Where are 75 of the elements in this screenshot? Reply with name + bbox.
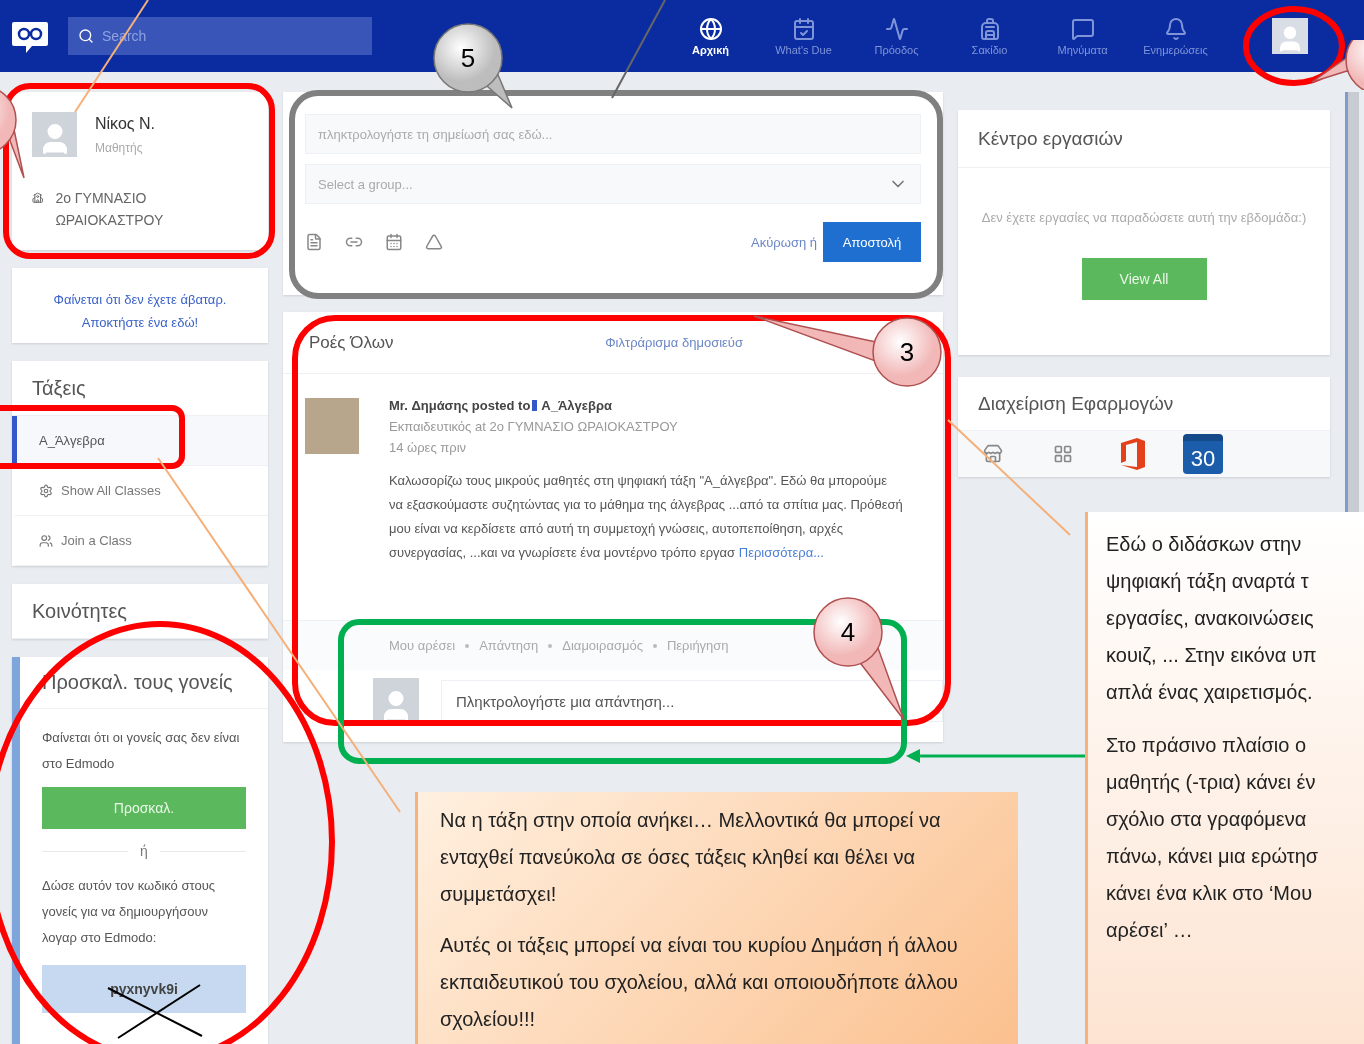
cancel-link[interactable]: Ακύρωση ή <box>751 234 817 250</box>
note-text: κάνει ένα κλικ στο ‘Μου <box>1106 881 1314 906</box>
post-action-link[interactable]: Μου αρέσει <box>389 638 456 653</box>
note-text: κουιζ, ... Στην εικόνα υπ <box>1106 643 1318 668</box>
post-meta: Εκπαιδευτικός at 2ο ΓΥΜΝΑΣΙΟ ΩΡΑΙΟΚΑΣΤΡΟΥ <box>389 419 679 434</box>
send-button[interactable]: Αποστολή <box>823 222 921 262</box>
note-text: ψηφιακή τάξη αναρτά τ <box>1106 569 1310 594</box>
note-input[interactable]: πληκτρολογήστε τη σημείωσή σας εδώ... <box>305 114 921 154</box>
chat-icon <box>1070 16 1095 41</box>
pulse-icon <box>884 16 909 41</box>
note-icon[interactable] <box>305 233 323 251</box>
note-text: σχόλιο στα γραφόμενα <box>1106 807 1308 832</box>
users-icon <box>39 533 53 548</box>
nav-tab[interactable]: Σακίδιο <box>943 16 1036 56</box>
post-text: Καλωσορίζω τους μικρούς μαθητές στη ψηφιακή τάξη "Α_άλγεβρα". Εδώ θα μπορούμε να εξασκούμαστε συζητώντας για το μάθημα της άλγεβρας ...από τα σπίτια μας. Πρόθεσή μου είναι να κερδίσετε από αυτή τη συμμετοχή γνώσεις, αυτοπεποίθηση, αρχές συνεργασίας, ...και να γνωρίσετε ένα μοντέρνο τρόπο εργασ Περισσότερα... <box>389 472 903 562</box>
parents-message: Φαίνεται ότι οι γονείς σας δεν είναι στο Edmodo <box>41 729 241 773</box>
class-item[interactable]: Show All Classes <box>12 466 268 516</box>
invite-button[interactable]: Προσκαλ. <box>42 787 246 829</box>
nav-tab[interactable]: Πρόοδος <box>850 16 943 56</box>
tasks-message: Δεν έχετε εργασίες να παραδώσετε αυτή την εβδομάδα:) <box>980 209 1308 227</box>
card-title: Διαχείριση Εφαρμογών <box>978 392 1174 415</box>
note-text: Εδώ ο διδάσκων στην <box>1106 532 1303 557</box>
school-icon <box>32 192 44 204</box>
post-action-link[interactable]: Περιήγηση <box>666 638 729 653</box>
class-item[interactable]: Α_Άλγεβρα <box>12 416 268 466</box>
feed-title: Ροές Όλων <box>309 332 394 353</box>
nav-tab[interactable]: What's Due <box>757 16 850 56</box>
note-text: μαθητής (-τρια) κάνει έν <box>1106 770 1317 795</box>
post-action-link[interactable]: Διαμοιρασμός <box>562 638 643 653</box>
post-action-link[interactable]: Απάντηση <box>479 638 539 653</box>
note-text: Στο πράσινο πλαίσιο ο <box>1106 733 1307 758</box>
class-item[interactable]: Join a Class <box>12 516 268 566</box>
calendar-check-icon <box>791 16 816 41</box>
post-time: 14 ώρες πριν <box>389 440 468 455</box>
post-author: Mr. Δημάσης posted to Α_Άλγεβρα <box>389 398 613 413</box>
scrollbar[interactable] <box>1345 92 1359 512</box>
search-icon <box>78 28 94 44</box>
code-hint: Δώσε αυτόν τον κωδικό στους γονείς για να δημιουργήσουν λογαρ στο Edmodo: <box>41 877 217 947</box>
note-text: Αυτές οι τάξεις μπορεί να είναι του κυρίου Δημάση ή άλλου εκπαιδευτικού του σχολείου, αλλά και οποιουδήποτε άλλου σχολείου!!! <box>440 933 959 1032</box>
more-link[interactable]: Περισσότερα... <box>738 545 824 560</box>
parent-code: pyxnyvk9i <box>42 965 246 1013</box>
office-app-icon[interactable] <box>1119 437 1147 471</box>
callout-bubble <box>1310 40 1364 90</box>
gear-icon <box>39 483 53 498</box>
avatar-icon <box>32 112 77 157</box>
store-icon[interactable] <box>983 444 1003 464</box>
card-title: Κοινότητες <box>32 599 127 623</box>
calendar-icon[interactable] <box>385 233 403 251</box>
note-text: εργασίες, ανακοινώσεις <box>1106 606 1315 631</box>
note-text: Να η τάξη στην οποία ανήκει… Μελλοντικά θα μπορεί να ενταχθεί πανεύκολα σε όσες τάξεις κληθεί και θέλει να συμμετάσχει! <box>440 808 942 907</box>
user-name: Νίκος Ν. <box>95 115 155 133</box>
user-role: Μαθητής <box>95 141 144 155</box>
school-name: 2ο ΓΥΜΝΑΣΙΟ ΩΡΑΙΟΚΑΣΤΡΟΥ <box>55 189 165 230</box>
card-title: Τάξεις <box>32 376 86 400</box>
photo-placeholder <box>305 398 359 454</box>
nav-tab[interactable]: Μηνύματα <box>1036 16 1129 56</box>
avatar-notice-link[interactable]: Φαίνεται ότι δεν έχετε άβαταρ. Αποκτήστε ένα εδώ! <box>12 268 268 343</box>
view-all-button[interactable]: View All <box>1081 258 1207 300</box>
or-text: ή <box>42 843 246 859</box>
group-select[interactable]: Select a group... <box>305 164 921 204</box>
bell-icon <box>1163 16 1188 41</box>
calendar-app-icon[interactable]: 30 <box>1183 434 1223 474</box>
globe-icon <box>698 16 723 41</box>
triangle-icon[interactable] <box>425 233 443 251</box>
note-text: αρέσει’ … <box>1106 918 1194 943</box>
note-text: πάνω, κάνει μια ερώτησ <box>1106 844 1320 869</box>
grid-icon[interactable] <box>1053 444 1073 464</box>
card-title: Κέντρο εργασιών <box>978 127 1123 150</box>
note-text: απλά ένας χαιρετισμός. <box>1106 680 1314 705</box>
filter-link[interactable]: Φιλτράρισμα δημοσιεύσ <box>605 335 743 350</box>
callout-bubble: 3 <box>750 314 950 394</box>
class-color-icon <box>532 400 538 411</box>
reply-input[interactable]: Πληκτρολογήστε μια απάντηση... <box>441 680 943 722</box>
nav-tab[interactable]: Ενημερώσεις <box>1129 16 1222 56</box>
nav-tab[interactable]: Αρχική <box>664 16 757 56</box>
